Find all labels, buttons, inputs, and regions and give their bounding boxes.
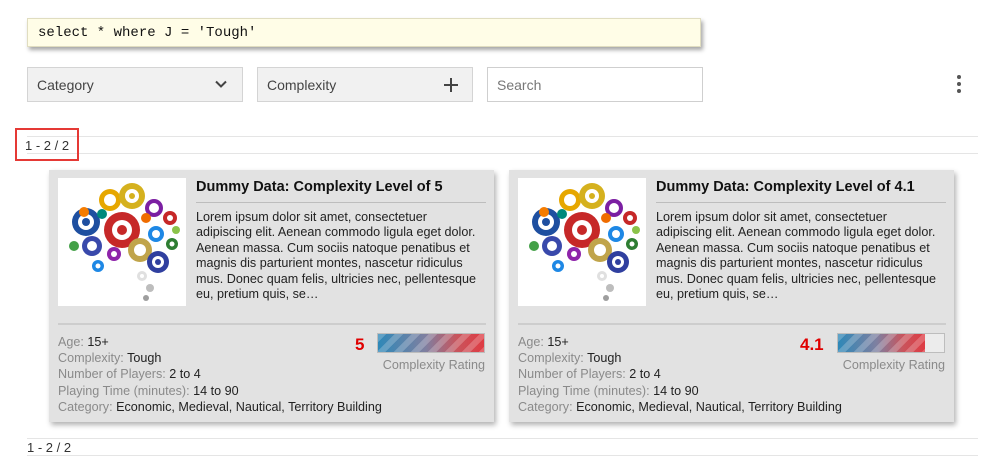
category-label: Category: bbox=[58, 399, 113, 414]
game-card[interactable]: Dummy Data: Complexity Level of 5 Lorem … bbox=[49, 170, 494, 422]
complexity-rating-bar bbox=[377, 333, 485, 353]
more-vert-icon[interactable] bbox=[950, 72, 968, 96]
category-label: Category: bbox=[518, 399, 573, 414]
players-value: 2 to 4 bbox=[169, 367, 201, 382]
complexity-rating-bar bbox=[837, 333, 945, 353]
pagination-top: 1 - 2 / 2 bbox=[15, 128, 79, 161]
divider bbox=[518, 323, 946, 325]
category-value: Economic, Medieval, Nautical, Territory … bbox=[116, 399, 382, 414]
age-row: Age: 15+ bbox=[518, 334, 842, 350]
pagination-top-text: 1 - 2 / 2 bbox=[25, 138, 70, 153]
category-row: Category: Economic, Medieval, Nautical, … bbox=[518, 399, 842, 415]
playing-time-value: 14 to 90 bbox=[193, 383, 239, 398]
gears-brain-icon bbox=[518, 178, 646, 306]
query-text: select * where J = 'Tough' bbox=[38, 25, 257, 41]
divider bbox=[27, 438, 978, 439]
card-description: Lorem ipsum dolor sit amet, consectetuer… bbox=[196, 210, 477, 302]
card-title[interactable]: Dummy Data: Complexity Level of 5 bbox=[196, 179, 486, 195]
players-label: Number of Players: bbox=[518, 367, 626, 382]
card-description: Lorem ipsum dolor sit amet, consectetuer… bbox=[656, 210, 937, 302]
age-label: Age: bbox=[58, 335, 84, 349]
playing-time-row: Playing Time (minutes): 14 to 90 bbox=[518, 383, 842, 399]
divider bbox=[27, 455, 978, 456]
complexity-value: Tough bbox=[587, 351, 622, 366]
age-value: 15+ bbox=[547, 335, 569, 349]
players-label: Number of Players: bbox=[58, 367, 166, 382]
age-label: Age: bbox=[518, 335, 544, 349]
complexity-label: Complexity: bbox=[518, 351, 584, 366]
game-card[interactable]: Dummy Data: Complexity Level of 4.1 Lore… bbox=[509, 170, 954, 422]
age-value: 15+ bbox=[87, 335, 109, 349]
complexity-label: Complexity: bbox=[58, 351, 124, 366]
rating-caption: Complexity Rating bbox=[382, 358, 485, 372]
divider bbox=[656, 202, 946, 203]
chevron-down-icon bbox=[215, 80, 227, 88]
rating-value: 4.1 bbox=[800, 335, 824, 354]
search-input[interactable] bbox=[487, 67, 703, 102]
gears-brain-icon bbox=[58, 178, 186, 306]
query-box[interactable]: select * where J = 'Tough' bbox=[27, 18, 701, 47]
age-row: Age: 15+ bbox=[58, 334, 382, 350]
players-row: Number of Players: 2 to 4 bbox=[58, 366, 382, 382]
players-row: Number of Players: 2 to 4 bbox=[518, 366, 842, 382]
card-meta: Age: 15+ Complexity: Tough Number of Pla… bbox=[58, 334, 382, 415]
divider bbox=[27, 153, 978, 154]
rating-caption: Complexity Rating bbox=[842, 358, 945, 372]
category-filter[interactable]: Category bbox=[27, 67, 243, 102]
players-value: 2 to 4 bbox=[629, 367, 661, 382]
plus-icon[interactable] bbox=[442, 76, 460, 94]
playing-time-label: Playing Time (minutes): bbox=[518, 383, 650, 398]
rating-fill bbox=[838, 334, 925, 352]
playing-time-label: Playing Time (minutes): bbox=[58, 383, 190, 398]
divider bbox=[196, 202, 486, 203]
complexity-row: Complexity: Tough bbox=[58, 350, 382, 366]
complexity-value: Tough bbox=[127, 351, 162, 366]
card-meta: Age: 15+ Complexity: Tough Number of Pla… bbox=[518, 334, 842, 415]
complexity-row: Complexity: Tough bbox=[518, 350, 842, 366]
category-filter-label: Category bbox=[37, 77, 94, 93]
pagination-bottom: 1 - 2 / 2 bbox=[27, 440, 72, 455]
rating-value: 5 bbox=[355, 335, 365, 354]
complexity-filter-label: Complexity bbox=[267, 77, 337, 93]
complexity-filter[interactable]: Complexity bbox=[257, 67, 473, 102]
divider bbox=[58, 323, 486, 325]
playing-time-value: 14 to 90 bbox=[653, 383, 699, 398]
playing-time-row: Playing Time (minutes): 14 to 90 bbox=[58, 383, 382, 399]
divider bbox=[27, 136, 978, 137]
category-value: Economic, Medieval, Nautical, Territory … bbox=[576, 399, 842, 414]
rating-fill bbox=[378, 334, 484, 352]
card-title[interactable]: Dummy Data: Complexity Level of 4.1 bbox=[656, 179, 946, 195]
category-row: Category: Economic, Medieval, Nautical, … bbox=[58, 399, 382, 415]
